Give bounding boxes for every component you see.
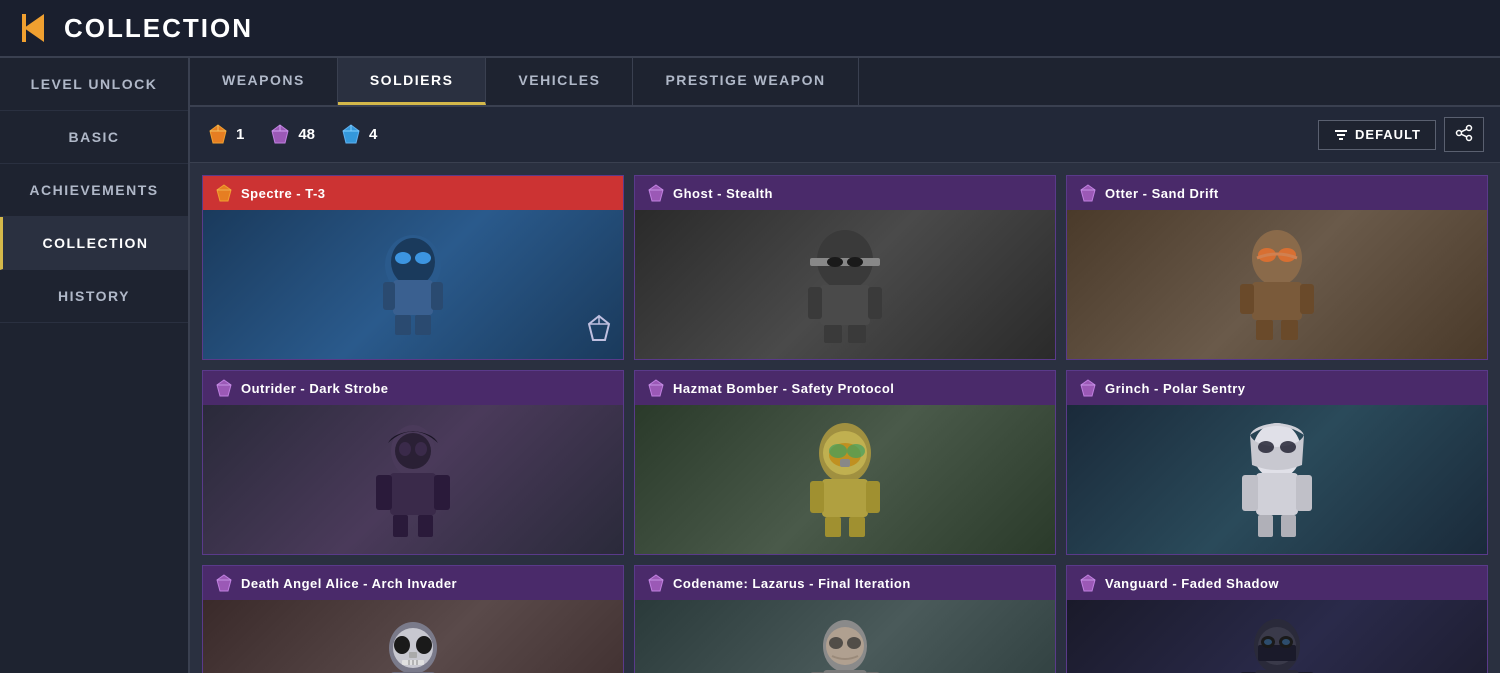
header: COLLECTION <box>0 0 1500 58</box>
content-area: WEAPONS SOLDIERS VEHICLES PRESTIGE WEAPO… <box>190 58 1500 673</box>
sidebar-item-achievements[interactable]: ACHIEVEMENTS <box>0 164 188 217</box>
card-body <box>635 600 1055 673</box>
card-title: Grinch - Polar Sentry <box>1105 381 1246 396</box>
stat-purple-value: 48 <box>298 126 315 143</box>
char-outrider-svg <box>358 415 468 545</box>
card-header: Otter - Sand Drift <box>1067 176 1487 210</box>
sidebar-item-basic[interactable]: BASIC <box>0 111 188 164</box>
stat-orange-gem: 1 <box>206 123 244 147</box>
char-hazmat-svg <box>790 415 900 545</box>
card-title: Otter - Sand Drift <box>1105 186 1219 201</box>
card-death-angel-alice[interactable]: Death Angel Alice - Arch Invader <box>202 565 624 673</box>
card-header: Death Angel Alice - Arch Invader <box>203 566 623 600</box>
card-header: Hazmat Bomber - Safety Protocol <box>635 371 1055 405</box>
card-gem-icon <box>647 574 665 592</box>
card-title: Ghost - Stealth <box>673 186 773 201</box>
card-body <box>203 600 623 673</box>
card-gem-icon <box>1079 184 1097 202</box>
tab-prestige-weapon[interactable]: PRESTIGE WEAPON <box>633 58 858 105</box>
card-otter-sand-drift[interactable]: Otter - Sand Drift <box>1066 175 1488 360</box>
card-title: Codename: Lazarus - Final Iteration <box>673 576 911 591</box>
card-body <box>635 210 1055 359</box>
card-gem-icon <box>1079 379 1097 397</box>
sidebar-item-collection[interactable]: COLLECTION <box>0 217 188 270</box>
char-alice-svg <box>358 610 468 673</box>
card-header: Outrider - Dark Strobe <box>203 371 623 405</box>
card-body <box>203 405 623 554</box>
card-hazmat-bomber[interactable]: Hazmat Bomber - Safety Protocol <box>634 370 1056 555</box>
card-vanguard-faded-shadow[interactable]: Vanguard - Faded Shadow <box>1066 565 1488 673</box>
card-grinch-polar-sentry[interactable]: Grinch - Polar Sentry <box>1066 370 1488 555</box>
card-body <box>203 210 623 359</box>
sidebar-item-level-unlock[interactable]: LEVEL UNLOCK <box>0 58 188 111</box>
back-icon[interactable] <box>16 10 52 46</box>
card-header: Vanguard - Faded Shadow <box>1067 566 1487 600</box>
card-gem-icon <box>1079 574 1097 592</box>
card-badge <box>583 314 615 351</box>
stats-right: DEFAULT <box>1318 117 1484 152</box>
char-lazarus-svg <box>790 610 900 673</box>
char-ghost-svg <box>790 220 900 350</box>
page-title: COLLECTION <box>64 13 253 44</box>
purple-gem-icon <box>268 123 292 147</box>
char-grinch-svg <box>1222 415 1332 545</box>
blue-gem-icon <box>339 123 363 147</box>
card-header: Ghost - Stealth <box>635 176 1055 210</box>
card-title: Hazmat Bomber - Safety Protocol <box>673 381 894 396</box>
share-button[interactable] <box>1444 117 1484 152</box>
grid-container: Spectre - T-3 <box>190 163 1500 673</box>
share-icon <box>1455 124 1473 142</box>
card-gem-icon <box>647 184 665 202</box>
card-body <box>1067 405 1487 554</box>
stat-blue-value: 4 <box>369 126 377 143</box>
char-otter-svg <box>1222 220 1332 350</box>
cards-grid: Spectre - T-3 <box>202 175 1488 673</box>
char-spectre-svg <box>353 220 473 350</box>
char-vanguard-svg <box>1222 610 1332 673</box>
card-gem-icon <box>215 184 233 202</box>
tab-vehicles[interactable]: VEHICLES <box>486 58 633 105</box>
card-title: Vanguard - Faded Shadow <box>1105 576 1279 591</box>
card-ghost-stealth[interactable]: Ghost - Stealth <box>634 175 1056 360</box>
sidebar-item-history[interactable]: HISTORY <box>0 270 188 323</box>
card-spectre-t3[interactable]: Spectre - T-3 <box>202 175 624 360</box>
card-header: Grinch - Polar Sentry <box>1067 371 1487 405</box>
stat-purple-gem: 48 <box>268 123 315 147</box>
card-header: Codename: Lazarus - Final Iteration <box>635 566 1055 600</box>
main-layout: LEVEL UNLOCK BASIC ACHIEVEMENTS COLLECTI… <box>0 58 1500 673</box>
tab-weapons[interactable]: WEAPONS <box>190 58 338 105</box>
sidebar: LEVEL UNLOCK BASIC ACHIEVEMENTS COLLECTI… <box>0 58 190 673</box>
orange-gem-icon <box>206 123 230 147</box>
tab-soldiers[interactable]: SOLDIERS <box>338 58 487 105</box>
card-outrider-dark-strobe[interactable]: Outrider - Dark Strobe <box>202 370 624 555</box>
card-codename-lazarus[interactable]: Codename: Lazarus - Final Iteration <box>634 565 1056 673</box>
card-body <box>1067 600 1487 673</box>
card-title: Death Angel Alice - Arch Invader <box>241 576 457 591</box>
sort-icon <box>1333 127 1349 143</box>
card-title: Outrider - Dark Strobe <box>241 381 389 396</box>
card-gem-icon <box>647 379 665 397</box>
card-body <box>1067 210 1487 359</box>
tabs-bar: WEAPONS SOLDIERS VEHICLES PRESTIGE WEAPO… <box>190 58 1500 107</box>
card-gem-icon <box>215 379 233 397</box>
sort-button[interactable]: DEFAULT <box>1318 120 1436 150</box>
card-body <box>635 405 1055 554</box>
stat-orange-value: 1 <box>236 126 244 143</box>
card-title: Spectre - T-3 <box>241 186 326 201</box>
card-gem-icon <box>215 574 233 592</box>
stats-bar: 1 48 4 <box>190 107 1500 163</box>
stat-blue-gem: 4 <box>339 123 377 147</box>
